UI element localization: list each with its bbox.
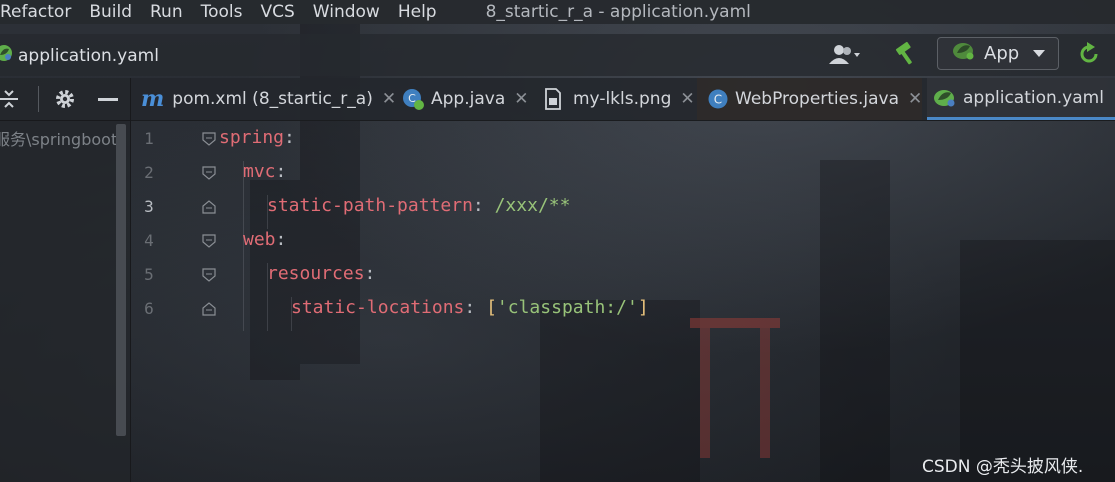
code-line-3: static-path-pattern: /xxx/** [267,195,570,216]
editor-tab-bar: m pom.xml (8_startic_r_a) ✕ C App.java ✕… [131,78,1115,121]
yaml-key: static-locations [291,297,465,318]
yaml-key: spring [219,127,285,148]
maven-icon: m [141,86,165,112]
tab-webproperties-java[interactable]: C WebProperties.java ✕ [697,78,923,120]
yaml-bracket: [ [486,297,497,318]
project-scrollbar[interactable] [116,124,126,436]
line-number: 3 [144,197,154,216]
line-number-gutter: 1 2 3 4 5 6 [131,121,183,482]
tab-my-lkls-png[interactable]: my-lkls.png ✕ [543,78,695,120]
chevron-down-icon [1033,50,1046,57]
line-number: 2 [144,163,154,182]
code-line-2: mvc: [243,161,286,182]
menu-run[interactable]: Run [141,2,192,22]
menu-window[interactable]: Window [304,2,389,22]
code-line-6: static-locations: ['classpath:/'] [291,297,649,318]
code-line-1: spring: [219,127,295,148]
spring-leaf-icon [0,43,14,68]
tab-app-java[interactable]: C App.java ✕ [401,78,528,120]
build-hammer-icon[interactable] [892,40,920,68]
tab-label: WebProperties.java [735,89,899,109]
menu-build[interactable]: Build [80,2,141,22]
yaml-bracket: ] [637,297,649,318]
close-icon[interactable]: ✕ [680,89,694,109]
fold-end-icon[interactable] [201,199,217,219]
yaml-key: mvc [243,161,276,182]
line-number: 4 [144,231,154,250]
yaml-colon: : [464,297,487,318]
yaml-colon: : [364,263,376,284]
yaml-key: web [243,229,276,250]
tab-label: application.yaml [963,87,1104,108]
code-editor[interactable]: 1 2 3 4 5 6 spring: mvc: static-path-pat… [131,121,1115,482]
spring-boot-class-icon: C [401,87,425,111]
spring-leaf-icon [933,87,957,109]
line-number: 6 [144,299,154,318]
fold-toggle-icon[interactable] [201,165,217,185]
breadcrumb-file: application.yaml [18,45,159,66]
svg-text:C: C [714,93,722,107]
image-file-icon [543,87,563,111]
yaml-colon: : [275,229,287,250]
minimize-icon[interactable] [98,98,118,101]
spring-boot-run-icon [952,40,976,67]
toolbar-divider [38,86,39,112]
menu-bar: Refactor Build Run Tools VCS Window Help… [0,0,1115,24]
yaml-key: resources [267,263,365,284]
project-tree-path[interactable]: 服务\springboot\ [0,126,130,150]
yaml-key: static-path-pattern [267,195,473,216]
tab-label: pom.xml (8_startic_r_a) [172,89,373,109]
gear-icon[interactable] [54,88,76,114]
code-line-4: web: [243,229,286,250]
yaml-colon: : [284,127,295,148]
run-config-label: App [984,43,1020,64]
fold-toggle-icon[interactable] [201,267,217,287]
collapse-all-icon[interactable] [0,89,20,113]
fold-toggle-icon[interactable] [201,131,217,151]
tab-pom-xml[interactable]: m pom.xml (8_startic_r_a) ✕ [141,78,396,120]
yaml-colon: : [472,195,495,216]
project-toolbar [0,78,130,121]
project-panel: 服务\springboot\ [0,78,131,482]
java-class-icon: C [707,88,729,110]
user-icon [829,45,860,64]
tab-application-yaml[interactable]: application.yaml [927,78,1115,120]
tab-label: App.java [431,89,506,109]
line-number: 5 [144,265,154,284]
run-configuration-select[interactable]: App [937,37,1059,70]
close-icon[interactable]: ✕ [382,89,396,109]
menu-tools[interactable]: Tools [192,2,252,22]
menu-help[interactable]: Help [389,2,446,22]
tab-label: my-lkls.png [573,89,672,109]
window-title: 8_startic_r_a - application.yaml [485,2,751,22]
menu-vcs[interactable]: VCS [252,2,304,22]
fold-end-icon[interactable] [201,301,217,321]
yaml-colon: : [275,161,287,182]
yaml-value: 'classpath:/' [496,297,638,318]
close-icon[interactable]: ✕ [514,89,528,109]
vcs-user-button[interactable] [826,42,870,68]
watermark: CSDN @秃头披风侠. [922,457,1084,477]
close-icon[interactable]: ✕ [908,89,922,109]
fold-toggle-icon[interactable] [201,233,217,253]
breadcrumb[interactable]: application.yaml [0,43,159,68]
code-line-5: resources: [267,263,375,284]
menu-refactor[interactable]: Refactor [0,2,80,22]
yaml-value: /xxx/** [494,195,571,216]
navigation-bar: application.yaml App [0,34,1115,76]
line-number: 1 [144,129,154,148]
rerun-icon[interactable] [1076,41,1102,67]
